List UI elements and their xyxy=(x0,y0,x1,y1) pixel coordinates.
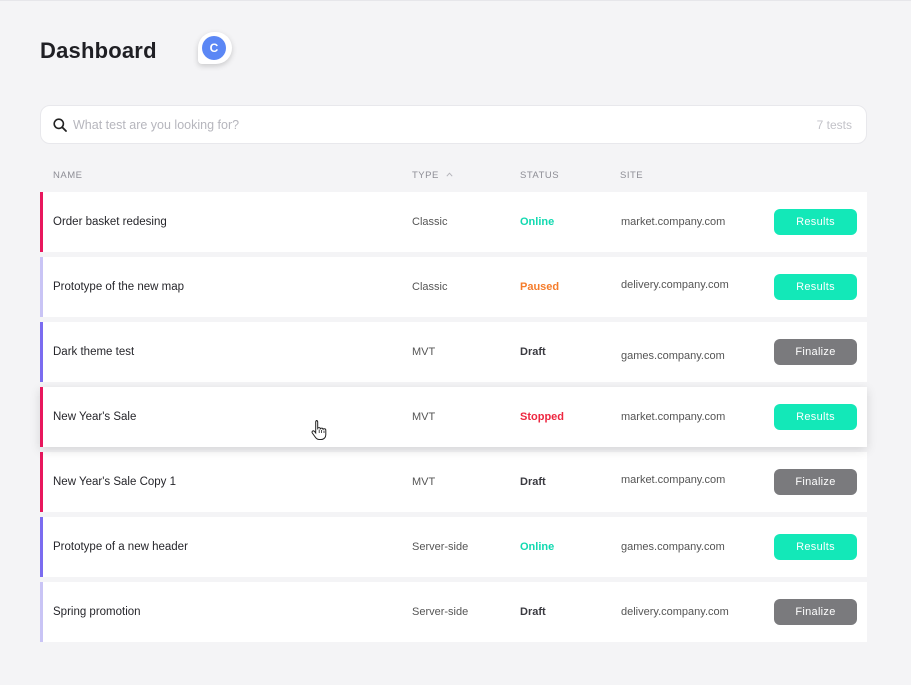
table-row[interactable]: New Year's Sale Copy 1 MVT Draft market.com… xyxy=(40,452,867,512)
test-status: Online xyxy=(520,541,555,553)
table-row[interactable]: Prototype of the new map Classic Paused del… xyxy=(40,257,867,317)
table-header: NAME TYPE STATUS SITE xyxy=(40,170,867,184)
finalize-button[interactable]: Finalize xyxy=(774,599,857,625)
test-site: market.company.com xyxy=(621,474,726,486)
row-color-indicator xyxy=(40,452,43,512)
test-name[interactable]: Order basket redesing xyxy=(53,216,167,228)
test-site: market.company.com xyxy=(621,411,726,423)
row-color-indicator xyxy=(40,192,43,252)
test-site: delivery.company.com xyxy=(621,279,729,291)
row-color-indicator xyxy=(40,387,43,447)
test-type: Classic xyxy=(412,216,448,228)
test-status: Online xyxy=(520,216,555,228)
test-name[interactable]: New Year's Sale Copy 1 xyxy=(53,476,176,488)
page-title: Dashboard xyxy=(40,38,157,63)
test-status: Draft xyxy=(520,606,546,618)
sort-ascending-icon[interactable] xyxy=(446,172,453,177)
test-type: MVT xyxy=(412,346,436,358)
test-type: Server-side xyxy=(412,541,469,553)
avatar-badge[interactable]: C xyxy=(198,32,232,64)
column-header-type[interactable]: TYPE xyxy=(412,170,453,181)
table-row[interactable]: Dark theme test MVT Draft games.company.com… xyxy=(40,322,867,382)
test-count: 7 tests xyxy=(816,118,852,132)
test-status: Draft xyxy=(520,346,546,358)
test-site: market.company.com xyxy=(621,216,726,228)
column-header-status[interactable]: STATUS xyxy=(520,170,559,181)
table-row[interactable]: New Year's Sale MVT Stopped market.company.… xyxy=(40,387,867,447)
test-name[interactable]: Prototype of the new map xyxy=(53,281,184,293)
test-type: MVT xyxy=(412,411,436,423)
table-row[interactable]: Order basket redesing Classic Online market… xyxy=(40,192,867,252)
test-name[interactable]: Dark theme test xyxy=(53,346,134,358)
test-status: Draft xyxy=(520,476,546,488)
column-header-type-label: TYPE xyxy=(412,170,439,181)
row-color-indicator xyxy=(40,257,43,317)
table-row[interactable]: Spring promotion Server-side Draft delivery… xyxy=(40,582,867,642)
hand-pointer-cursor-icon xyxy=(311,420,327,440)
search-icon xyxy=(53,118,67,132)
test-site: games.company.com xyxy=(621,350,725,362)
search-bar[interactable]: 7 tests xyxy=(40,105,867,144)
test-name[interactable]: New Year's Sale xyxy=(53,411,136,423)
results-button[interactable]: Results xyxy=(774,209,857,235)
top-divider xyxy=(0,0,911,1)
test-name[interactable]: Spring promotion xyxy=(53,606,141,618)
finalize-button[interactable]: Finalize xyxy=(774,469,857,495)
test-type: Server-side xyxy=(412,606,469,618)
test-status: Paused xyxy=(520,281,560,293)
results-button[interactable]: Results xyxy=(774,404,857,430)
row-color-indicator xyxy=(40,517,43,577)
column-header-name[interactable]: NAME xyxy=(53,170,82,181)
avatar[interactable]: C xyxy=(202,36,226,60)
finalize-button[interactable]: Finalize xyxy=(774,339,857,365)
row-color-indicator xyxy=(40,322,43,382)
test-site: games.company.com xyxy=(621,541,725,553)
column-header-site[interactable]: SITE xyxy=(620,170,643,181)
test-name[interactable]: Prototype of a new header xyxy=(53,541,188,553)
test-site: delivery.company.com xyxy=(621,606,729,618)
test-status: Stopped xyxy=(520,411,564,423)
test-type: Classic xyxy=(412,281,448,293)
table-row[interactable]: Prototype of a new header Server-side Onli… xyxy=(40,517,867,577)
results-button[interactable]: Results xyxy=(774,534,857,560)
test-type: MVT xyxy=(412,476,436,488)
row-color-indicator xyxy=(40,582,43,642)
search-input[interactable] xyxy=(73,115,733,135)
results-button[interactable]: Results xyxy=(774,274,857,300)
